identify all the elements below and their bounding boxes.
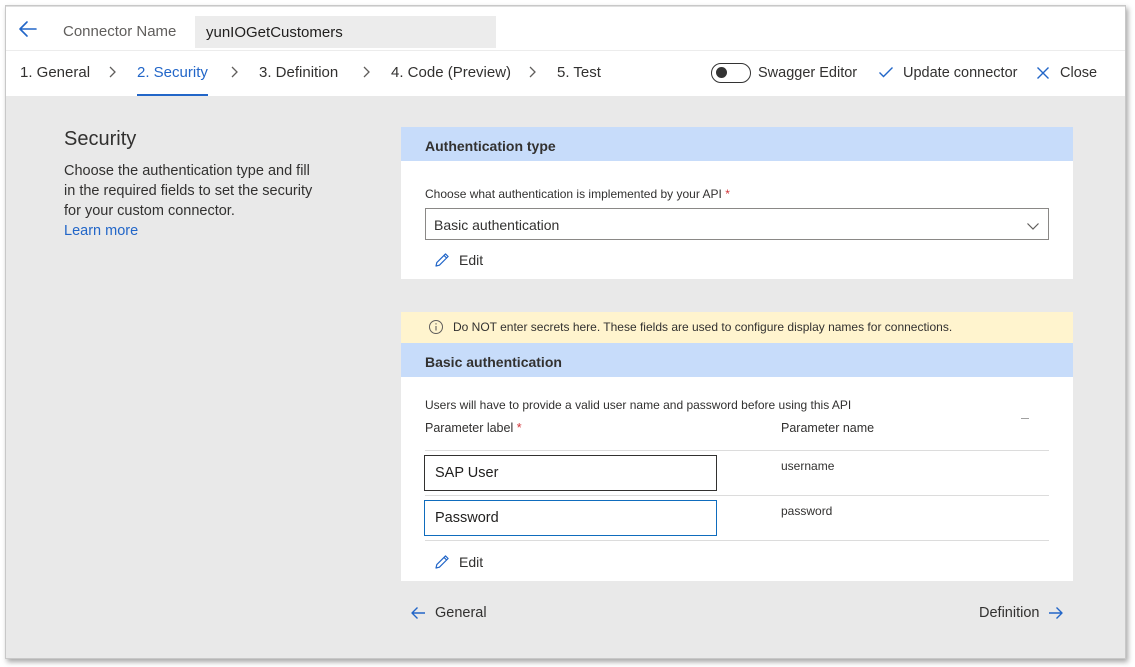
- previous-step-label: General: [435, 605, 487, 621]
- chevron-down-icon: [1026, 218, 1040, 234]
- wizard-tab-bar: 1. General 2. Security 3. Definition 4. …: [6, 51, 1125, 96]
- arrow-right-icon: [1049, 607, 1064, 619]
- tab-definition[interactable]: 3. Definition: [259, 64, 338, 81]
- tab-security[interactable]: 2. Security: [137, 64, 208, 81]
- basic-authentication-heading: Basic authentication: [401, 343, 1073, 377]
- chevron-right-icon: [229, 65, 239, 79]
- checkmark-icon: [879, 67, 893, 78]
- chevron-right-icon: [527, 65, 537, 79]
- update-connector-label: Update connector: [903, 65, 1018, 81]
- basic-auth-description: Users will have to provide a valid user …: [425, 398, 852, 412]
- pencil-icon: [435, 555, 449, 569]
- parameter-name-username: username: [781, 459, 835, 473]
- parameter-name-password: password: [781, 504, 833, 518]
- info-icon: [428, 319, 444, 338]
- auth-type-question-text: Choose what authentication is implemente…: [425, 187, 722, 201]
- back-arrow-icon[interactable]: [16, 18, 40, 40]
- section-title: Security: [64, 128, 137, 150]
- parameter-label-input-password[interactable]: [424, 500, 717, 536]
- row-divider: [425, 540, 1049, 541]
- auth-type-edit-button[interactable]: Edit: [433, 250, 483, 270]
- parameter-label-header-text: Parameter label: [425, 421, 514, 435]
- close-icon: [1037, 67, 1049, 79]
- section-description: Choose the authentication type and fill …: [64, 161, 314, 241]
- close-label: Close: [1060, 65, 1098, 81]
- parameter-label-header: Parameter label *: [425, 421, 522, 435]
- toggle-knob: [716, 67, 727, 78]
- connector-editor-window: Connector Name 1. General 2. Security 3.…: [5, 5, 1126, 659]
- connector-name-label: Connector Name: [63, 23, 177, 40]
- authentication-type-heading: Authentication type: [401, 127, 1073, 161]
- update-connector-button[interactable]: Update connector: [878, 61, 1023, 85]
- previous-step-general-link[interactable]: General: [409, 605, 487, 621]
- pencil-icon: [435, 253, 449, 267]
- active-tab-indicator: [137, 94, 208, 96]
- next-step-definition-link[interactable]: Definition: [979, 605, 1065, 621]
- tab-code-preview[interactable]: 4. Code (Preview): [391, 64, 511, 81]
- arrow-left-icon: [411, 607, 425, 619]
- tab-general[interactable]: 1. General: [20, 64, 90, 81]
- collapse-dash: [1021, 418, 1029, 419]
- required-marker: *: [516, 421, 522, 435]
- auth-type-selected: Basic authentication: [434, 217, 560, 233]
- warning-text: Do NOT enter secrets here. These fields …: [453, 320, 953, 334]
- secrets-warning-bar: Do NOT enter secrets here. These fields …: [401, 312, 1073, 343]
- required-marker: *: [725, 187, 730, 201]
- basic-auth-edit-button[interactable]: Edit: [433, 552, 483, 572]
- learn-more-link[interactable]: Learn more: [64, 223, 138, 239]
- swagger-editor-toggle[interactable]: [711, 63, 751, 83]
- auth-type-question: Choose what authentication is implemente…: [425, 187, 730, 201]
- authentication-type-panel: Authentication type Choose what authenti…: [401, 127, 1073, 279]
- chevron-right-icon: [107, 65, 117, 79]
- next-step-label: Definition: [979, 605, 1040, 621]
- row-divider: [425, 450, 1049, 451]
- tab-test[interactable]: 5. Test: [557, 64, 601, 81]
- row-divider: [425, 495, 1049, 496]
- auth-type-dropdown[interactable]: Basic authentication: [425, 208, 1049, 240]
- parameter-label-input-username[interactable]: [424, 455, 717, 491]
- swagger-editor-label: Swagger Editor: [758, 65, 858, 81]
- chevron-right-icon: [361, 65, 371, 79]
- edit-label: Edit: [459, 554, 484, 570]
- close-button[interactable]: Close: [1036, 61, 1098, 85]
- section-description-text: Choose the authentication type and fill …: [64, 163, 313, 219]
- connector-name-bar: Connector Name: [6, 6, 1125, 51]
- edit-label: Edit: [459, 252, 484, 268]
- parameter-name-header: Parameter name: [781, 421, 875, 435]
- connector-name-input[interactable]: [195, 16, 496, 48]
- basic-authentication-panel: Basic authentication Users will have to …: [401, 343, 1073, 581]
